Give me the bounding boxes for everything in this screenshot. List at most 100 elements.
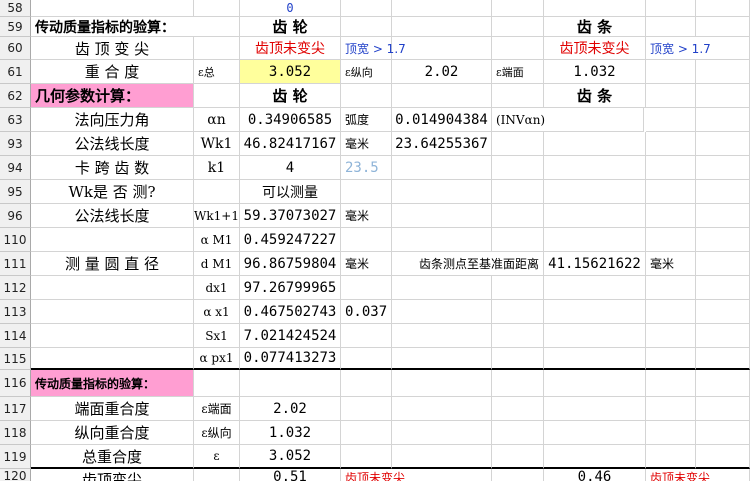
cell[interactable] — [544, 397, 646, 421]
cell[interactable] — [544, 132, 646, 156]
row-label[interactable]: 公法线长度 — [31, 204, 194, 228]
row-header[interactable]: 93 — [0, 132, 31, 156]
row-header[interactable]: 116 — [0, 370, 31, 397]
row-header[interactable]: 115 — [0, 348, 31, 370]
row-header[interactable]: 114 — [0, 324, 31, 348]
cell[interactable] — [392, 421, 492, 445]
cell[interactable] — [544, 0, 646, 17]
row-label[interactable]: 重 合 度 — [31, 60, 194, 84]
cell[interactable] — [646, 180, 696, 204]
gear-header[interactable]: 齿 轮 — [240, 84, 341, 108]
cell[interactable] — [646, 276, 696, 300]
tip-status[interactable]: 齿顶未变尖 — [341, 469, 492, 481]
row-label[interactable]: 总重合度 — [31, 445, 194, 469]
cell[interactable] — [646, 348, 696, 370]
cell[interactable] — [392, 0, 492, 17]
row-label[interactable]: 齿 顶 变 尖 — [31, 37, 194, 60]
cell[interactable] — [696, 84, 750, 108]
symbol[interactable]: ε — [194, 445, 240, 469]
cell[interactable] — [392, 300, 492, 324]
cell-note[interactable]: (INVαn) — [492, 108, 644, 132]
symbol[interactable]: ε总 — [194, 60, 240, 84]
total-contact-ratio[interactable]: 3.052 — [240, 60, 341, 84]
unit[interactable]: 毫米 — [341, 132, 392, 156]
row-label[interactable]: 齿顶变尖 — [31, 469, 194, 481]
cell[interactable] — [492, 204, 544, 228]
cell[interactable] — [341, 348, 392, 370]
row-label[interactable]: 法向压力角 — [31, 108, 194, 132]
axial-contact-ratio[interactable]: 2.02 — [392, 60, 492, 84]
cell[interactable] — [492, 0, 544, 17]
cell[interactable] — [194, 370, 240, 397]
gear-tip-condition[interactable]: 顶宽 > 1.7 — [341, 37, 406, 60]
cell[interactable] — [646, 204, 696, 228]
gear-header[interactable]: 齿 轮 — [240, 17, 341, 37]
cell[interactable] — [194, 0, 240, 17]
cell[interactable] — [194, 84, 240, 108]
cell[interactable] — [696, 108, 750, 132]
cell-value[interactable]: 3.052 — [240, 445, 341, 469]
cell[interactable] — [392, 37, 492, 60]
cell[interactable] — [646, 60, 696, 84]
symbol[interactable]: ε端面 — [492, 60, 544, 84]
cell[interactable] — [341, 324, 392, 348]
cell-value[interactable]: 41.15621622 — [544, 252, 646, 276]
cell-value[interactable]: 7.021424524 — [240, 324, 341, 348]
cell[interactable] — [646, 421, 696, 445]
cell[interactable] — [341, 445, 392, 469]
cell[interactable] — [544, 180, 646, 204]
cell[interactable] — [341, 180, 392, 204]
row-header[interactable]: 118 — [0, 421, 31, 445]
cell[interactable] — [31, 0, 194, 17]
row-label[interactable]: 纵向重合度 — [31, 421, 194, 445]
cell[interactable] — [341, 0, 392, 17]
cell[interactable] — [646, 228, 696, 252]
cell[interactable] — [392, 370, 492, 397]
cell[interactable] — [646, 445, 696, 469]
row-header[interactable]: 117 — [0, 397, 31, 421]
row-header[interactable]: 61 — [0, 60, 31, 84]
section-title[interactable]: 传动质量指标的验算： — [31, 370, 194, 397]
cell[interactable] — [544, 324, 646, 348]
cell[interactable] — [696, 180, 750, 204]
cell[interactable] — [341, 397, 392, 421]
cell[interactable] — [31, 324, 194, 348]
cell[interactable] — [696, 276, 750, 300]
symbol[interactable]: Wk1 — [194, 132, 240, 156]
cell-value[interactable]: 96.86759804 — [240, 252, 341, 276]
symbol[interactable]: Sx1 — [194, 324, 240, 348]
cell[interactable] — [392, 156, 492, 180]
cell[interactable] — [31, 276, 194, 300]
cell[interactable] — [392, 276, 492, 300]
symbol[interactable]: α x1 — [194, 300, 240, 324]
cell[interactable] — [544, 228, 646, 252]
row-header[interactable]: 96 — [0, 204, 31, 228]
row-header[interactable]: 111 — [0, 252, 31, 276]
cell[interactable] — [341, 17, 392, 37]
cell-value[interactable]: 0.037 — [341, 300, 392, 324]
rack-tip-status[interactable]: 齿顶未变尖 — [544, 37, 646, 60]
cell[interactable] — [696, 324, 750, 348]
cell-value[interactable]: 0.46 — [544, 469, 646, 481]
row-header[interactable]: 60 — [0, 37, 31, 60]
cell[interactable] — [392, 348, 492, 370]
row-header[interactable]: 62 — [0, 84, 31, 108]
cell[interactable] — [392, 445, 492, 469]
row-header[interactable]: 94 — [0, 156, 31, 180]
cell[interactable] — [492, 348, 544, 370]
cell[interactable] — [696, 0, 750, 17]
row-label[interactable]: Wk是 否 测? — [31, 180, 194, 204]
cell[interactable] — [392, 324, 492, 348]
cell[interactable] — [492, 469, 544, 481]
cell[interactable] — [392, 17, 492, 37]
cell-value[interactable]: 0.34906585 — [240, 108, 341, 132]
cell[interactable] — [544, 421, 646, 445]
cell[interactable] — [646, 370, 696, 397]
rack-tip-condition[interactable]: 顶宽 > 1.7 — [646, 37, 750, 60]
cell[interactable] — [696, 204, 750, 228]
cell[interactable] — [646, 108, 696, 132]
section-title[interactable]: 几何参数计算： — [31, 84, 194, 108]
cell[interactable] — [341, 276, 392, 300]
cell[interactable] — [544, 300, 646, 324]
cell[interactable] — [392, 84, 492, 108]
